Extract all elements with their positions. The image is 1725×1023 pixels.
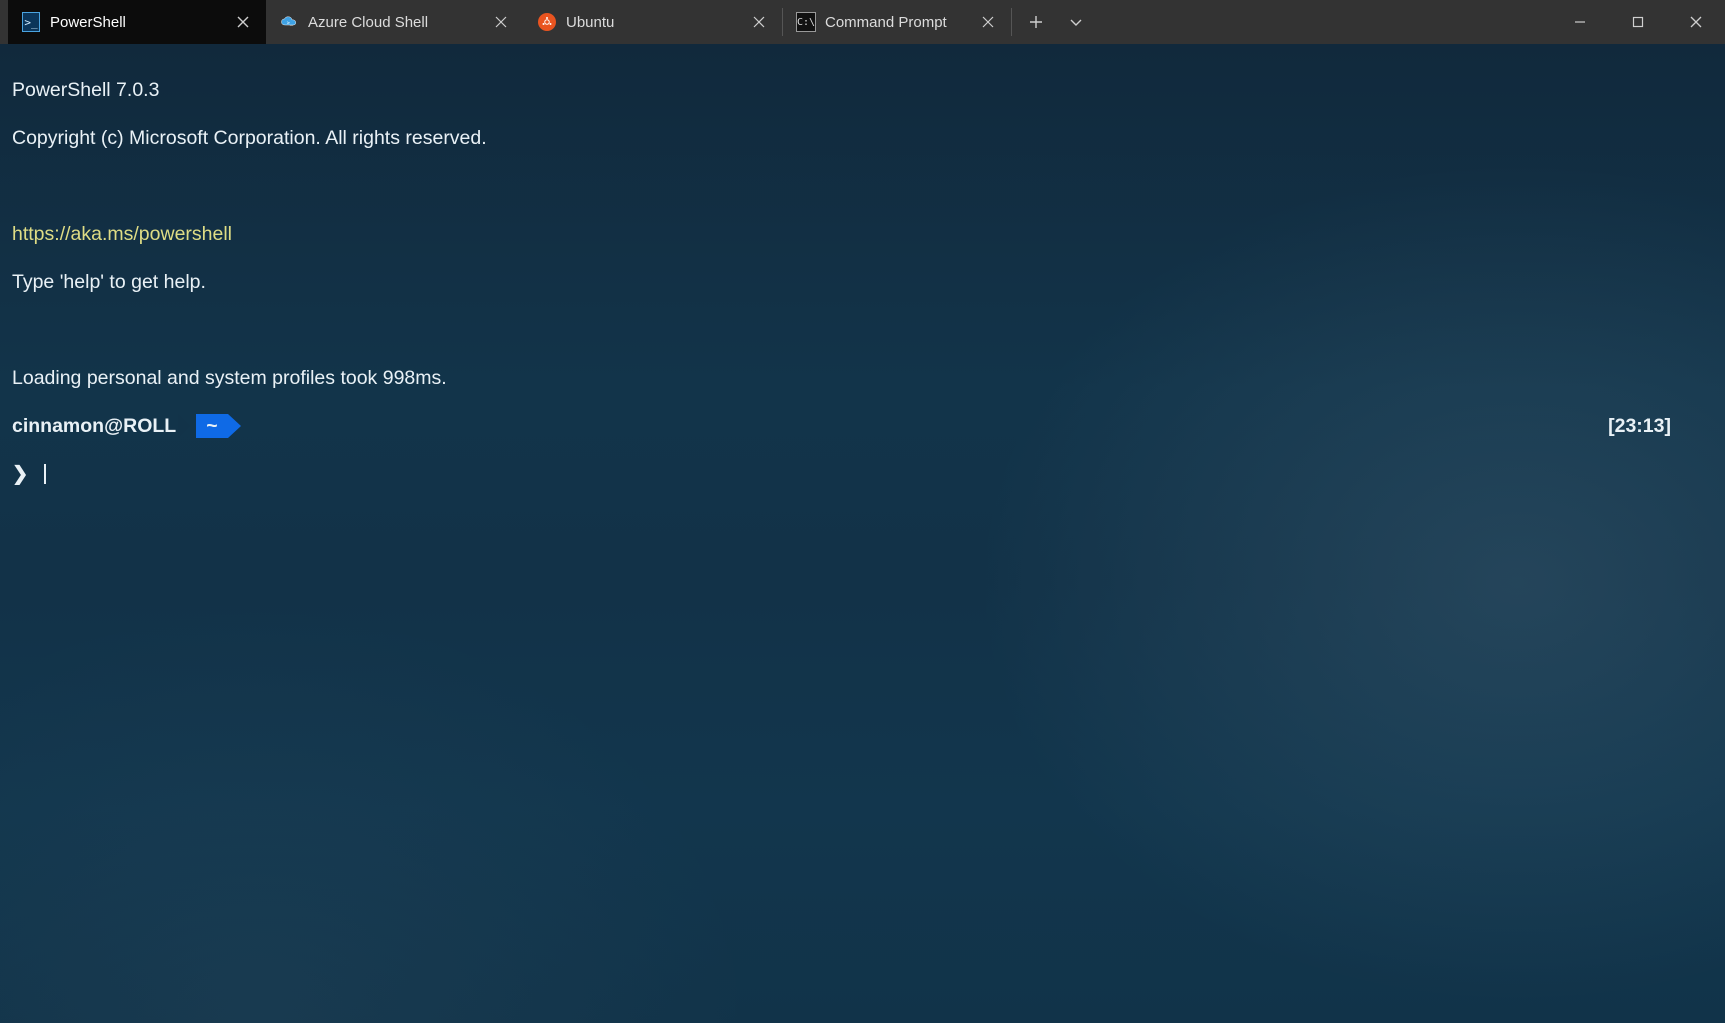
command-prompt-icon: C:\ xyxy=(797,13,815,31)
close-window-button[interactable] xyxy=(1667,0,1725,44)
terminal-line: PowerShell 7.0.3 xyxy=(12,78,1713,102)
tab-dropdown-button[interactable] xyxy=(1058,7,1094,37)
prompt-line: cinnamon@ROLL ~ [23:13] xyxy=(12,414,1713,438)
tab-command-prompt[interactable]: C:\ Command Prompt xyxy=(783,0,1011,44)
tab-strip: >_ PowerShell >_ Azure Cloud Shell xyxy=(0,0,1100,44)
terminal-line: Copyright (c) Microsoft Corporation. All… xyxy=(12,126,1713,150)
terminal-line: Type 'help' to get help. xyxy=(12,270,1713,294)
terminal-content: PowerShell 7.0.3 Copyright (c) Microsoft… xyxy=(0,44,1725,1023)
terminal-input-line[interactable]: ❯ xyxy=(12,462,1713,486)
tab-label: Azure Cloud Shell xyxy=(308,14,482,31)
minimize-button[interactable] xyxy=(1551,0,1609,44)
tab-label: Ubuntu xyxy=(566,14,740,31)
tab-label: Command Prompt xyxy=(825,14,969,31)
prompt-user-host: cinnamon@ROLL xyxy=(12,414,176,438)
terminal-blank-line xyxy=(12,318,1713,342)
terminal-link[interactable]: https://aka.ms/powershell xyxy=(12,222,1713,246)
prompt-path-segment: ~ xyxy=(196,414,227,438)
close-icon[interactable] xyxy=(750,13,768,31)
ubuntu-icon xyxy=(538,13,556,31)
svg-text:>_: >_ xyxy=(287,20,294,26)
prompt-separator-icon xyxy=(178,414,190,438)
terminal-pane[interactable]: PowerShell 7.0.3 Copyright (c) Microsoft… xyxy=(0,44,1725,1023)
tab-label: PowerShell xyxy=(50,14,224,31)
titlebar: >_ PowerShell >_ Azure Cloud Shell xyxy=(0,0,1725,44)
window-controls xyxy=(1551,0,1725,44)
cursor-icon xyxy=(44,464,46,484)
close-icon[interactable] xyxy=(234,13,252,31)
tab-powershell[interactable]: >_ PowerShell xyxy=(8,0,266,44)
azure-cloud-icon: >_ xyxy=(280,13,298,31)
tab-azure-cloud-shell[interactable]: >_ Azure Cloud Shell xyxy=(266,0,524,44)
prompt-time: [23:13] xyxy=(1608,414,1671,438)
new-tab-button[interactable] xyxy=(1018,7,1054,37)
titlebar-drag-area[interactable] xyxy=(1100,0,1551,44)
prompt-path: ~ xyxy=(206,414,217,438)
tab-actions xyxy=(1012,0,1100,44)
terminal-blank-line xyxy=(12,174,1713,198)
prompt-symbol: ❯ xyxy=(12,462,28,486)
close-icon[interactable] xyxy=(492,13,510,31)
tab-ubuntu[interactable]: Ubuntu xyxy=(524,0,782,44)
maximize-button[interactable] xyxy=(1609,0,1667,44)
terminal-line: Loading personal and system profiles too… xyxy=(12,366,1713,390)
powershell-icon: >_ xyxy=(22,13,40,31)
close-icon[interactable] xyxy=(979,13,997,31)
